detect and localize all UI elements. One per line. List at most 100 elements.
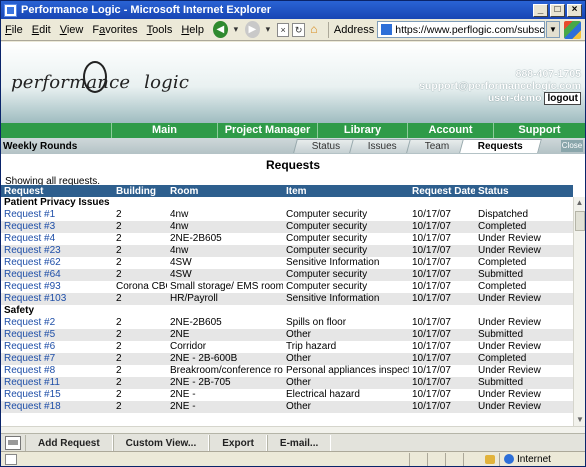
request-link[interactable]: Request #6: [1, 341, 113, 353]
site-logo[interactable]: performance logic: [11, 61, 189, 93]
action-buttons: Add Request Custom View... Export E-mail...: [25, 434, 332, 452]
column-header-status[interactable]: Status: [475, 185, 573, 197]
nav-library[interactable]: Library: [317, 123, 407, 138]
table-row[interactable]: Request #62 2 4SW Sensitive Information 10/1…: [1, 257, 573, 269]
table-cell: 4nw: [170, 209, 189, 220]
request-link[interactable]: Request #18: [1, 401, 113, 413]
menu-tools[interactable]: Tools: [147, 24, 173, 36]
column-header-room[interactable]: Room: [167, 185, 283, 197]
table-cell: 2NE: [167, 329, 283, 341]
add-request-button[interactable]: Add Request: [25, 434, 113, 452]
menu-view[interactable]: View: [60, 24, 84, 36]
table-cell: 10/17/07: [412, 257, 451, 268]
table-cell: 2: [116, 365, 122, 376]
table-row[interactable]: Request #18 2 2NE - Other 10/17/07 Under Revi…: [1, 401, 573, 413]
home-icon[interactable]: ⌂: [308, 23, 320, 37]
table-cell: 2NE -: [167, 401, 283, 413]
back-arrow-icon[interactable]: ◀: [212, 21, 228, 38]
column-header-building[interactable]: Building: [113, 185, 167, 197]
request-link[interactable]: Request #2: [1, 317, 113, 329]
table-row[interactable]: Request #82 Breakroom/conference roomPers…: [1, 365, 573, 377]
table-cell: 10/17/07: [412, 389, 451, 400]
maximize-button[interactable]: □: [550, 3, 565, 17]
request-link[interactable]: Request #103: [1, 293, 113, 305]
table-row[interactable]: Request #103 2 HR/Payroll Sensitive Informa…: [1, 293, 573, 305]
back-dropdown-icon[interactable]: ▾: [230, 23, 242, 37]
table-cell: Completed: [478, 257, 527, 268]
nav-main[interactable]: Main: [111, 123, 217, 138]
request-link[interactable]: Request #4: [1, 233, 113, 245]
request-link[interactable]: Request #62: [1, 257, 113, 269]
menu-file[interactable]: File: [5, 24, 23, 36]
tab-requests[interactable]: Requests: [458, 139, 542, 153]
table-cell: 10/17/07: [412, 365, 451, 376]
request-link[interactable]: Request #15: [1, 389, 113, 401]
menu-help[interactable]: Help: [181, 24, 204, 36]
request-link[interactable]: Request #5: [1, 329, 113, 341]
scroll-down-icon[interactable]: ▼: [574, 414, 585, 426]
menu-toolbar: File Edit View Favorites Tools Help ◀ ▾ ▶ ▾ ×…: [1, 19, 585, 41]
table-row[interactable]: Request #1 2 4nw Computer security 10/17/07 D…: [1, 209, 573, 221]
table-cell: Under Review: [475, 293, 573, 305]
export-button[interactable]: Export: [209, 434, 267, 452]
table-cell: 4SW: [167, 269, 283, 281]
request-link[interactable]: Request #11: [1, 377, 113, 389]
request-link[interactable]: Request #8: [1, 365, 113, 377]
request-link[interactable]: Request #23: [1, 245, 113, 257]
close-button[interactable]: Close: [561, 140, 583, 152]
print-icon[interactable]: [5, 436, 21, 450]
nav-project-manager[interactable]: Project Manager: [217, 123, 317, 138]
table-cell: 10/17/07: [412, 209, 451, 220]
menu-edit[interactable]: Edit: [32, 24, 51, 36]
table-row[interactable]: Request #15 2 2NE - Electrical hazard 10/17/…: [1, 389, 573, 401]
minimize-button[interactable]: _: [533, 3, 548, 17]
table-row[interactable]: Request #3 2 4nw Computer security 10/17/07 C…: [1, 221, 573, 233]
table-cell: 10/17/07: [409, 353, 475, 365]
request-link[interactable]: Request #1: [1, 209, 113, 221]
table-row[interactable]: Request #4 2 2NE-2B605 Computer security 10/…: [1, 233, 573, 245]
custom-view-button[interactable]: Custom View...: [112, 434, 210, 452]
address-field[interactable]: https://www.perflogic.com/subscriber/pro…: [377, 21, 546, 38]
page-content: performance logic 888-407-1705 support@p…: [1, 42, 585, 452]
title-bar: Performance Logic - Microsoft Internet E…: [1, 1, 585, 19]
table-cell: 10/17/07: [409, 377, 475, 389]
close-window-button[interactable]: ×: [567, 3, 582, 17]
logo-ring-icon: [83, 61, 107, 93]
column-header-item[interactable]: Item: [283, 185, 409, 197]
stop-icon[interactable]: ×: [276, 22, 290, 37]
menu-favorites[interactable]: Favorites: [92, 24, 137, 36]
vertical-scrollbar[interactable]: ▲ ▼: [573, 197, 585, 426]
table-row[interactable]: Request #6 2 Corridor Trip hazard 10/17/07 Un…: [1, 341, 573, 353]
scroll-up-icon[interactable]: ▲: [574, 197, 585, 209]
nav-account-manager[interactable]: Account Manager: [407, 123, 493, 151]
forward-dropdown-icon[interactable]: ▾: [262, 23, 274, 37]
table-row[interactable]: Request #5 2 2NE Other 10/17/07 Submitted: [1, 329, 573, 341]
table-row[interactable]: Request #64 2 4SW Computer security 10/17/07…: [1, 269, 573, 281]
request-link[interactable]: Request #7: [1, 353, 113, 365]
username: user-demo: [487, 92, 542, 104]
request-link[interactable]: Request #64: [1, 269, 113, 281]
forward-arrow-icon[interactable]: ▶: [244, 21, 260, 38]
address-dropdown-icon[interactable]: ▼: [546, 21, 560, 38]
table-row[interactable]: Request #7 2 2NE - 2B-600B Other 10/17/07 Com…: [1, 353, 573, 365]
support-email[interactable]: support@performancelogic.com: [419, 80, 581, 92]
table-cell: 2: [116, 233, 122, 244]
refresh-icon[interactable]: ↻: [292, 22, 305, 37]
table-cell: 2: [113, 245, 167, 257]
table-row[interactable]: Request #2 2 2NE-2B605 Spills on floor 10/17…: [1, 317, 573, 329]
logout-button[interactable]: logout: [544, 92, 581, 105]
table-row[interactable]: Request #11 2 2NE - 2B-705 Other 10/17/07 Sub…: [1, 377, 573, 389]
column-header-request[interactable]: Request: [1, 185, 113, 197]
security-zone: Internet: [499, 452, 585, 466]
table-row[interactable]: Request #23 2 4nw Computer security 10/17/07…: [1, 245, 573, 257]
table-cell: Trip hazard: [286, 341, 337, 352]
table-row[interactable]: Request #93Corona CBOCSmall storage/ EMS…: [1, 281, 573, 293]
request-link[interactable]: Request #93: [1, 281, 113, 293]
column-header-request-date[interactable]: Request Date: [409, 185, 475, 197]
request-link[interactable]: Request #3: [1, 221, 113, 233]
scroll-thumb[interactable]: [575, 211, 585, 231]
e-mail-button[interactable]: E-mail...: [266, 434, 332, 452]
nav-support[interactable]: Support: [493, 123, 585, 138]
table-cell: 2: [116, 257, 122, 268]
